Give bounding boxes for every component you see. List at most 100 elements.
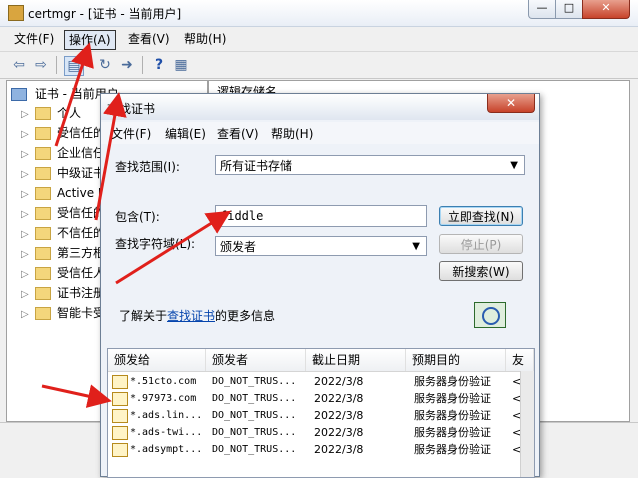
tree-item[interactable]: ▷ Active D bbox=[21, 183, 107, 203]
tree-item[interactable]: ▷ 智能卡受 bbox=[21, 303, 105, 323]
expand-arrow-icon[interactable]: ▷ bbox=[21, 285, 35, 305]
cell-expiration: 2022/3/8 bbox=[314, 426, 364, 439]
tree-item[interactable]: ▷ 第三方根 bbox=[21, 243, 105, 263]
dialog-menu-view[interactable]: 查看(V) bbox=[217, 125, 259, 142]
expand-arrow-icon[interactable]: ▷ bbox=[21, 265, 35, 285]
tree-item[interactable]: ▷ 企业信任 bbox=[21, 143, 105, 163]
tree-item[interactable]: ▷ 受信任的 bbox=[21, 123, 105, 143]
cell-expiration: 2022/3/8 bbox=[314, 443, 364, 456]
refresh-icon[interactable]: ↻ bbox=[96, 56, 114, 74]
column-purpose[interactable]: 预期目的 bbox=[406, 349, 506, 371]
close-button[interactable]: ✕ bbox=[582, 0, 630, 19]
folder-icon bbox=[35, 187, 51, 200]
table-row[interactable]: *.ads-twi... DO_NOT_TRUS... 2022/3/8 服务器身份验… bbox=[108, 424, 520, 441]
tree-item-label: 受信任的 bbox=[57, 126, 106, 140]
tree-item-label: 第三方根 bbox=[57, 246, 106, 260]
tree-item-label: 不信任的 bbox=[57, 226, 106, 240]
expand-arrow-icon[interactable]: ▷ bbox=[21, 245, 35, 265]
forward-icon[interactable]: ⇨ bbox=[32, 56, 50, 74]
column-issuer[interactable]: 颁发者 bbox=[206, 349, 306, 371]
tree-item[interactable]: ▷ 个人 bbox=[21, 103, 81, 123]
column-issued-to[interactable]: 颁发给 bbox=[108, 349, 206, 371]
folder-icon bbox=[35, 207, 51, 220]
folder-icon bbox=[35, 107, 51, 120]
export-icon[interactable]: ➜ bbox=[118, 56, 136, 74]
certificates-icon bbox=[11, 88, 27, 101]
learn-more-prefix: 了解关于 bbox=[119, 309, 168, 323]
cell-issued-to: *.adsympt... bbox=[130, 444, 203, 455]
folder-icon bbox=[35, 167, 51, 180]
menu-action[interactable]: 操作(A) bbox=[64, 30, 116, 50]
tree-item[interactable]: ▷ 中级证书 bbox=[21, 163, 105, 183]
table-row[interactable]: *.97973.com DO_NOT_TRUS... 2022/3/8 服务器身份验证… bbox=[108, 390, 520, 407]
cell-purpose: 服务器身份验证 bbox=[414, 392, 491, 405]
expand-arrow-icon[interactable]: ▷ bbox=[21, 305, 35, 325]
expand-arrow-icon[interactable]: ▷ bbox=[21, 105, 35, 125]
tree-item[interactable]: ▷ 受信任的 bbox=[21, 203, 105, 223]
search-field-label: 查找字符域(L): bbox=[115, 237, 196, 251]
cell-issuer: DO_NOT_TRUS... bbox=[212, 427, 297, 438]
certmgr-app-icon bbox=[8, 5, 24, 21]
dialog-close-button[interactable]: ✕ bbox=[487, 94, 535, 113]
contains-label: 包含(T): bbox=[115, 210, 160, 224]
table-row[interactable]: *.51cto.com DO_NOT_TRUS... 2022/3/8 服务器身份验证… bbox=[108, 373, 520, 390]
folder-icon bbox=[35, 227, 51, 240]
expand-arrow-icon[interactable]: ▷ bbox=[21, 205, 35, 225]
main-menubar: 文件(F) 操作(A) 查看(V) 帮助(H) bbox=[0, 28, 638, 50]
properties-icon[interactable]: ▦ bbox=[172, 56, 190, 74]
cell-purpose: 服务器身份验证 bbox=[414, 375, 491, 388]
tree-item[interactable]: ▷ 不信任的 bbox=[21, 223, 105, 243]
expand-arrow-icon[interactable]: ▷ bbox=[21, 185, 35, 205]
new-search-button[interactable]: 新搜索(W) bbox=[439, 261, 523, 281]
dialog-title: 查找证书 bbox=[107, 102, 156, 116]
cell-expiration: 2022/3/8 bbox=[314, 375, 364, 388]
expand-arrow-icon[interactable]: ▷ bbox=[21, 165, 35, 185]
table-row[interactable]: *.ads.lin... DO_NOT_TRUS... 2022/3/8 服务器身份验… bbox=[108, 407, 520, 424]
menu-file[interactable]: 文件(F) bbox=[10, 30, 58, 48]
console-tree-icon[interactable]: ▤ bbox=[64, 56, 84, 76]
stop-button[interactable]: 停止(P) bbox=[439, 234, 523, 254]
expand-arrow-icon[interactable]: ▷ bbox=[21, 145, 35, 165]
results-vertical-scrollbar[interactable] bbox=[520, 371, 534, 477]
column-friendly-name[interactable]: 友 bbox=[506, 349, 534, 371]
menu-help[interactable]: 帮助(H) bbox=[180, 30, 230, 48]
learn-more-text: 了解关于查找证书的更多信息 bbox=[119, 307, 275, 324]
search-field-select[interactable]: 颁发者 ▼ bbox=[215, 236, 427, 256]
tree-item[interactable]: ▷ 证书注册 bbox=[21, 283, 105, 303]
maximize-button[interactable]: □ bbox=[555, 0, 583, 19]
window-title: certmgr - [证书 - 当前用户] bbox=[28, 7, 182, 21]
find-certificate-icon bbox=[474, 302, 506, 328]
tree-item-label: 受信任人 bbox=[57, 266, 106, 280]
find-now-button[interactable]: 立即查找(N) bbox=[439, 206, 523, 226]
folder-icon bbox=[35, 287, 51, 300]
dialog-menu-help[interactable]: 帮助(H) bbox=[271, 125, 313, 142]
contains-input[interactable]: fiddle bbox=[215, 205, 427, 227]
tree-item[interactable]: ▷ 受信任人 bbox=[21, 263, 105, 283]
table-row[interactable]: *.adsympt... DO_NOT_TRUS... 2022/3/8 服务器身份验… bbox=[108, 441, 520, 458]
certificate-icon bbox=[112, 392, 128, 406]
expand-arrow-icon[interactable]: ▷ bbox=[21, 225, 35, 245]
chevron-down-icon: ▼ bbox=[412, 241, 420, 252]
scope-select[interactable]: 所有证书存储 ▼ bbox=[215, 155, 525, 175]
learn-more-link[interactable]: 查找证书 bbox=[167, 309, 215, 323]
tree-item-label: 个人 bbox=[57, 106, 82, 120]
column-expiration[interactable]: 截止日期 bbox=[306, 349, 406, 371]
cell-friendly-name: < bbox=[512, 373, 520, 390]
expand-arrow-icon[interactable]: ▷ bbox=[21, 125, 35, 145]
learn-more-suffix: 的更多信息 bbox=[215, 309, 276, 323]
cell-friendly-name: < bbox=[512, 441, 520, 458]
tree-item-label: 中级证书 bbox=[57, 166, 106, 180]
back-icon[interactable]: ⇦ bbox=[10, 56, 28, 74]
cell-issued-to: *.97973.com bbox=[130, 393, 197, 404]
minimize-button[interactable]: — bbox=[528, 0, 556, 19]
cell-expiration: 2022/3/8 bbox=[314, 409, 364, 422]
help-icon[interactable]: ? bbox=[150, 56, 168, 74]
certificate-icon bbox=[112, 409, 128, 423]
folder-icon bbox=[35, 307, 51, 320]
cell-issuer: DO_NOT_TRUS... bbox=[212, 393, 297, 404]
cell-friendly-name: < bbox=[512, 424, 520, 441]
dialog-menu-file[interactable]: 文件(F) bbox=[111, 125, 151, 142]
cell-issued-to: *.ads.lin... bbox=[130, 410, 203, 421]
menu-view[interactable]: 查看(V) bbox=[124, 30, 174, 48]
dialog-menu-edit[interactable]: 编辑(E) bbox=[165, 125, 206, 142]
